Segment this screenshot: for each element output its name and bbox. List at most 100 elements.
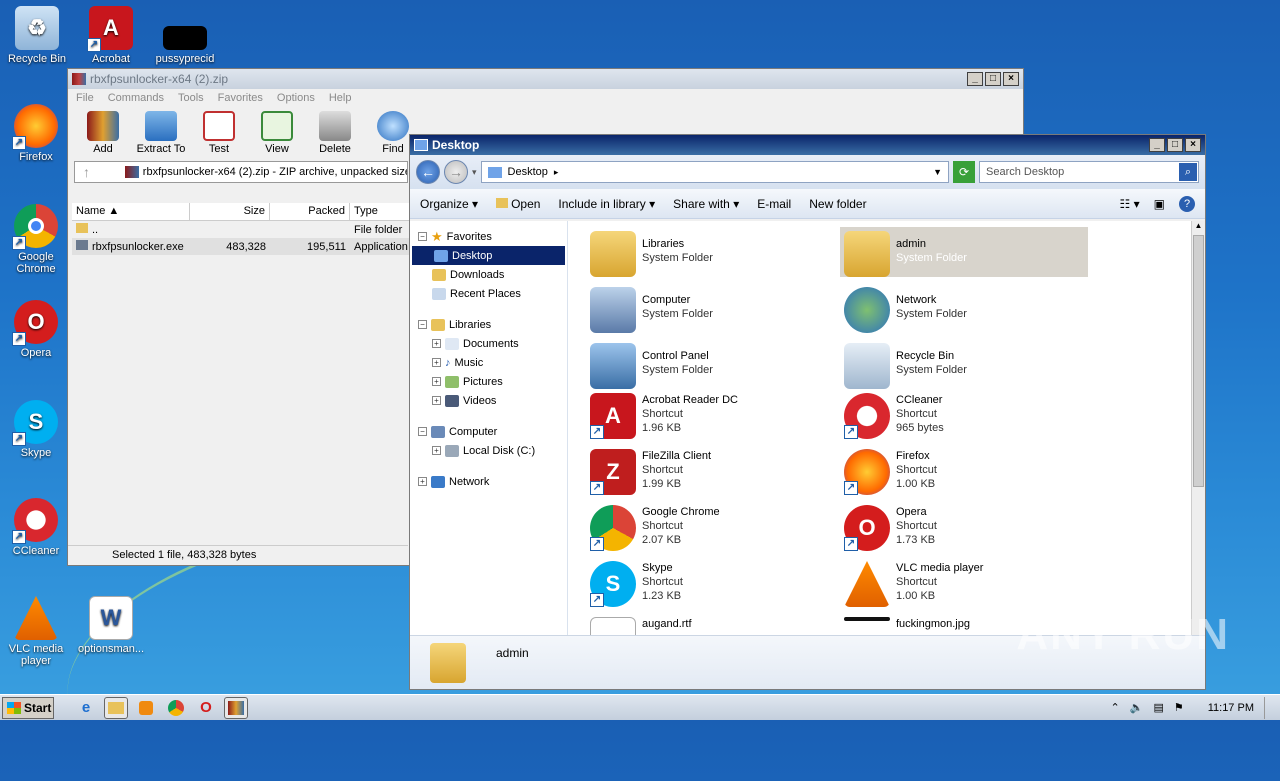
list-item[interactable]: A ↗ Acrobat Reader DC Shortcut 1.96 KB [586, 389, 834, 439]
maximize-button[interactable]: □ [985, 72, 1001, 86]
winrar-titlebar[interactable]: rbxfpsunlocker-x64 (2).zip _ □ × [68, 69, 1023, 89]
list-item[interactable]: ↗ Firefox Shortcut 1.00 KB [840, 445, 1088, 495]
menu-commands[interactable]: Commands [108, 92, 164, 104]
explorer-window[interactable]: Desktop _ □ × ← → ▾ Desktop ▸ ▼ ⟳ Search… [409, 134, 1206, 690]
delete-button[interactable]: Delete [308, 111, 362, 155]
list-item[interactable]: admin System Folder [840, 227, 1088, 277]
nav-downloads[interactable]: Downloads [410, 265, 567, 284]
list-item[interactable]: Network System Folder [840, 283, 1088, 333]
menu-file[interactable]: File [76, 92, 94, 104]
list-item[interactable]: VLC media player Shortcut 1.00 KB [840, 557, 1088, 607]
nav-favorites[interactable]: − ★ Favorites [410, 227, 567, 246]
refresh-button[interactable]: ⟳ [953, 161, 975, 183]
search-input[interactable]: Search Desktop ⌕ [979, 161, 1199, 183]
desktop-icon-ccleaner[interactable]: ↗ CCleaner [1, 498, 71, 557]
back-button[interactable]: ← [416, 160, 440, 184]
nav-local-disk[interactable]: + Local Disk (C:) [410, 441, 567, 460]
desktop-icon-label: CCleaner [12, 545, 60, 557]
nav-videos[interactable]: + Videos [410, 391, 567, 410]
list-item[interactable]: Control Panel System Folder [586, 339, 834, 389]
menu-tools[interactable]: Tools [178, 92, 204, 104]
desktop-icon-acrobat[interactable]: A ↗ Acrobat [76, 6, 146, 65]
clock[interactable]: 11:17 PM [1208, 702, 1254, 714]
view-options-icon[interactable]: ☷ ▾ [1120, 197, 1140, 211]
desktop-icon-chrome[interactable]: ↗ Google Chrome [1, 204, 71, 275]
view-button[interactable]: View [250, 111, 304, 155]
nav-documents[interactable]: + Documents [410, 334, 567, 353]
organize-button[interactable]: Organize ▾ [420, 197, 478, 211]
close-button[interactable]: × [1003, 72, 1019, 86]
list-item[interactable]: Computer System Folder [586, 283, 834, 333]
taskbar-opera-icon[interactable]: O [194, 697, 218, 719]
menu-help[interactable]: Help [329, 92, 352, 104]
column-size[interactable]: Size [190, 203, 270, 220]
recent-pages-chevron-icon[interactable]: ▾ [472, 167, 477, 178]
list-item[interactable]: Libraries System Folder [586, 227, 834, 277]
taskbar-media-player-icon[interactable] [134, 697, 158, 719]
show-desktop-button[interactable] [1264, 696, 1274, 719]
chevron-down-icon[interactable]: ▸ [554, 167, 559, 178]
preview-pane-icon[interactable]: ▣ [1154, 197, 1165, 211]
list-item[interactable]: ↗ CCleaner Shortcut 965 bytes [840, 389, 1088, 439]
archive-path-bar[interactable]: ↑ rbxfpsunlocker-x64 (2).zip - ZIP archi… [74, 161, 408, 183]
minimize-button[interactable]: _ [1149, 138, 1165, 152]
list-item[interactable]: O ↗ Opera Shortcut 1.73 KB [840, 501, 1088, 551]
explorer-titlebar[interactable]: Desktop _ □ × [410, 135, 1205, 155]
nav-pictures[interactable]: + Pictures [410, 372, 567, 391]
extract-to-button[interactable]: Extract To [134, 111, 188, 155]
nav-libraries[interactable]: − Libraries [410, 315, 567, 334]
share-with-button[interactable]: Share with ▾ [673, 197, 739, 211]
list-item[interactable]: Z ↗ FileZilla Client Shortcut 1.99 KB [586, 445, 834, 495]
include-in-library-button[interactable]: Include in library ▾ [558, 197, 655, 211]
desktop-icon-optionsman[interactable]: W optionsman... [76, 596, 146, 655]
up-arrow-icon[interactable]: ↑ [83, 164, 90, 180]
nav-computer[interactable]: − Computer [410, 422, 567, 441]
scroll-up-icon[interactable]: ▲ [1192, 221, 1205, 233]
nav-music[interactable]: + ♪ Music [410, 353, 567, 372]
list-item[interactable]: S ↗ Skype Shortcut 1.23 KB [586, 557, 834, 607]
table-row[interactable]: rbxfpsunlocker.exe 483,328 195,511 Appli… [72, 238, 412, 255]
add-button[interactable]: Add [76, 111, 130, 155]
action-center-flag-icon[interactable]: ⚑ [1174, 701, 1184, 714]
scrollbar-thumb[interactable] [1193, 235, 1204, 487]
nav-recent-places[interactable]: Recent Places [410, 284, 567, 303]
column-type[interactable]: Type [350, 203, 412, 220]
start-button[interactable]: Start [2, 696, 54, 719]
nav-desktop[interactable]: Desktop [412, 246, 565, 265]
new-folder-button[interactable]: New folder [809, 197, 866, 211]
desktop-icon-pussyprecid[interactable]: pussyprecid [150, 6, 220, 65]
address-dropdown-icon[interactable]: ▼ [933, 167, 942, 177]
taskbar-chrome-icon[interactable] [164, 697, 188, 719]
desktop-icon-skype[interactable]: S ↗ Skype [1, 400, 71, 459]
taskbar-ie-icon[interactable]: e [74, 697, 98, 719]
list-item[interactable]: ↗ Google Chrome Shortcut 2.07 KB [586, 501, 834, 551]
desktop-icon-recycle-bin[interactable]: ♻ Recycle Bin [2, 6, 72, 65]
email-button[interactable]: E-mail [757, 197, 791, 211]
taskbar-winrar-icon[interactable] [224, 696, 248, 719]
taskbar-explorer-icon[interactable] [104, 696, 128, 719]
list-item[interactable]: Recycle Bin System Folder [840, 339, 1088, 389]
minimize-button[interactable]: _ [967, 72, 983, 86]
open-button[interactable]: Open [496, 197, 540, 211]
address-bar[interactable]: Desktop ▸ ▼ [480, 161, 949, 183]
forward-button[interactable]: → [444, 160, 468, 184]
nav-network[interactable]: + Network [410, 472, 567, 491]
speaker-icon[interactable]: 🔈 [1130, 701, 1144, 714]
network-tray-icon[interactable]: ▤ [1153, 701, 1163, 714]
close-button[interactable]: × [1185, 138, 1201, 152]
maximize-button[interactable]: □ [1167, 138, 1183, 152]
menu-favorites[interactable]: Favorites [218, 92, 263, 104]
help-icon[interactable]: ? [1179, 195, 1195, 212]
search-icon[interactable]: ⌕ [1179, 163, 1197, 181]
desktop-icon-firefox[interactable]: ↗ Firefox [1, 104, 71, 163]
table-row[interactable]: .. File folder [72, 221, 412, 238]
vertical-scrollbar[interactable]: ▲ [1191, 221, 1205, 635]
list-item[interactable]: augand.rtf [586, 613, 834, 635]
column-name[interactable]: Name ▲ [72, 203, 190, 220]
test-button[interactable]: Test [192, 111, 246, 155]
tray-expand-icon[interactable]: ⌃ [1111, 701, 1120, 714]
column-packed[interactable]: Packed [270, 203, 350, 220]
menu-options[interactable]: Options [277, 92, 315, 104]
desktop-icon-vlc[interactable]: VLC media player [1, 596, 71, 667]
desktop-icon-opera[interactable]: O ↗ Opera [1, 300, 71, 359]
